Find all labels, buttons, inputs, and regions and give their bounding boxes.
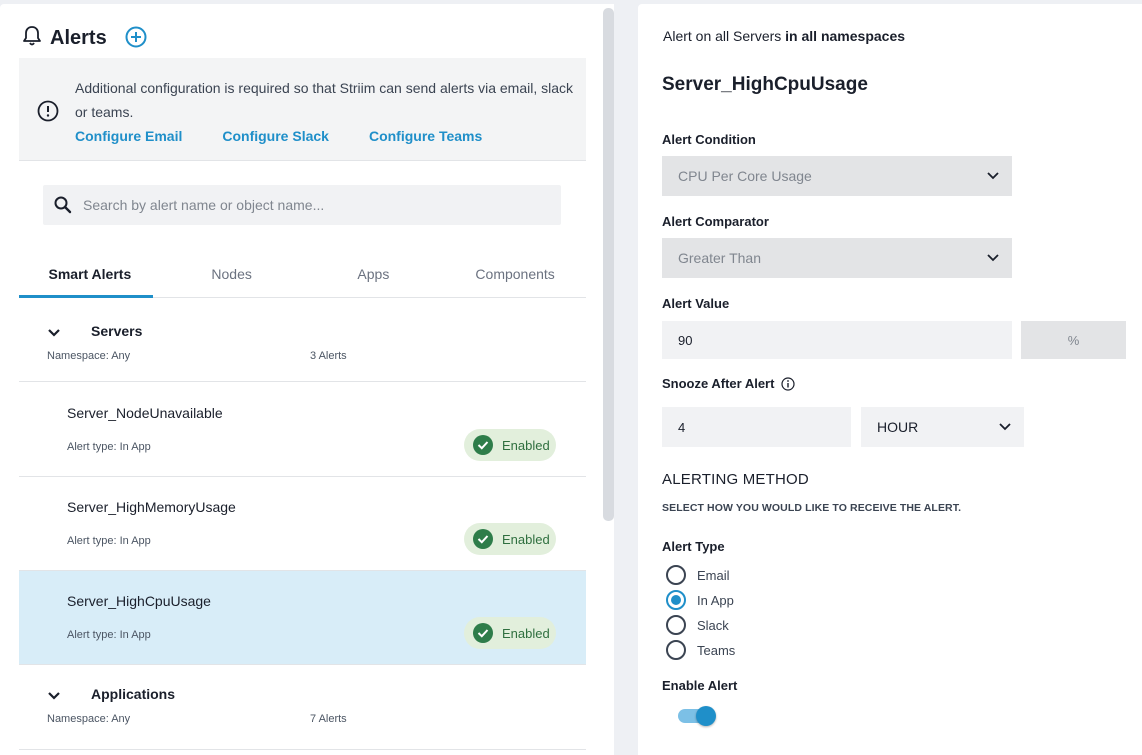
radio-label: Teams [697,642,736,658]
snooze-label-row: Snooze After Alert [662,376,796,391]
configure-slack-link[interactable]: Configure Slack [222,128,329,144]
alert-row-high-memory-usage[interactable]: Server_HighMemoryUsage Alert type: In Ap… [19,477,586,571]
banner-links: Configure Email Configure Slack Configur… [75,128,482,144]
alert-detail-panel: Alert on all Servers in all namespaces S… [638,4,1142,755]
radio-teams[interactable]: Teams [666,640,735,660]
scope-prefix: Alert on all Servers [663,28,782,44]
tab-nodes[interactable]: Nodes [161,258,303,297]
configuration-banner: Additional configuration is required so … [19,58,586,161]
tab-apps[interactable]: Apps [303,258,445,297]
snooze-value-field[interactable]: 4 [662,407,851,447]
alert-name: Server_NodeUnavailable [67,405,223,421]
alert-name: Server_HighCpuUsage [67,593,211,609]
configure-email-link[interactable]: Configure Email [75,128,182,144]
tab-smart-alerts[interactable]: Smart Alerts [19,258,161,298]
radio-label: Slack [697,617,729,633]
alert-row-node-unavailable[interactable]: Server_NodeUnavailable Alert type: In Ap… [19,383,586,477]
snooze-label: Snooze After Alert [662,376,775,391]
status-text: Enabled [502,625,550,641]
snooze-unit-value: HOUR [877,419,919,435]
toggle-knob[interactable] [696,706,716,726]
chevron-down-icon[interactable] [47,325,61,343]
alert-type: Alert type: In App [67,441,151,453]
alert-type: Alert type: In App [67,629,151,641]
alerts-header: Alerts [22,24,147,52]
page-title: Alerts [50,26,107,49]
alert-comparator-label: Alert Comparator [662,214,769,229]
snooze-unit-select[interactable]: HOUR [861,407,1024,447]
radio-label: In App [697,592,734,608]
radio-label: Email [697,567,730,583]
configure-teams-link[interactable]: Configure Teams [369,128,482,144]
alert-condition-label: Alert Condition [662,132,756,147]
add-alert-button[interactable] [124,25,148,54]
check-circle-icon [473,623,493,643]
alerting-method-heading: ALERTING METHOD [662,471,809,488]
scrollbar-thumb[interactable] [603,8,614,521]
group-alert-count: 7 Alerts [310,713,347,725]
alert-comparator-select[interactable]: Greater Than [662,238,1012,278]
alert-detail-name: Server_HighCpuUsage [662,74,868,95]
enable-alert-label: Enable Alert [662,678,738,693]
tab-components[interactable]: Components [444,258,586,297]
detail-scope-title: Alert on all Servers in all namespaces [663,28,905,44]
group-name: Applications [91,686,176,702]
radio-circle[interactable] [666,615,686,635]
alerting-method-subtitle: SELECT HOW YOU WOULD LIKE TO RECEIVE THE… [662,502,962,514]
status-text: Enabled [502,437,550,453]
alert-type-label: Alert Type [662,539,725,554]
alert-type: Alert type: In App [67,535,151,547]
group-namespace: Namespace: Any [47,713,131,725]
alert-row-high-cpu-usage[interactable]: Server_HighCpuUsage Alert type: In App E… [19,571,586,665]
alert-name: Server_HighMemoryUsage [67,499,236,515]
enable-alert-toggle[interactable] [678,704,716,728]
status-badge: Enabled [464,617,556,649]
alert-value-field[interactable]: 90 [662,321,1012,359]
bell-icon [22,25,42,52]
radio-slack[interactable]: Slack [666,615,729,635]
radio-circle[interactable] [666,640,686,660]
status-text: Enabled [502,531,550,547]
search-icon [53,195,73,215]
radio-in-app[interactable]: In App [666,590,734,610]
status-badge: Enabled [464,429,556,461]
alert-condition-select[interactable]: CPU Per Core Usage [662,156,1012,196]
group-servers[interactable]: Servers Namespace: Any 3 Alerts [19,303,586,382]
alert-value-label: Alert Value [662,296,730,311]
chevron-down-icon [987,172,999,180]
alert-comparator-value: Greater Than [678,250,762,266]
group-alert-count: 3 Alerts [310,350,347,362]
search-box [43,185,561,225]
chevron-down-icon [999,423,1011,431]
status-badge: Enabled [464,523,556,555]
radio-circle[interactable] [666,590,686,610]
scope-suffix: in all namespaces [785,28,906,44]
chevron-down-icon[interactable] [47,688,61,706]
search-input[interactable] [83,197,523,213]
alert-condition-value: CPU Per Core Usage [678,168,812,184]
alert-value-unit: % [1021,321,1126,359]
check-circle-icon [473,529,493,549]
alerts-list-panel: Alerts Additional configuration is requi… [0,4,614,755]
check-circle-icon [473,435,493,455]
banner-message: Additional configuration is required so … [75,80,574,120]
radio-circle[interactable] [666,565,686,585]
group-applications[interactable]: Applications Namespace: Any 7 Alerts [19,666,586,750]
info-icon[interactable] [781,376,796,391]
chevron-down-icon [987,254,999,262]
warning-icon [37,100,59,127]
alert-tabs: Smart Alerts Nodes Apps Components [19,258,586,298]
app-root: Alerts Additional configuration is requi… [0,0,1142,755]
group-namespace: Namespace: Any [47,350,131,362]
group-name: Servers [91,323,143,339]
radio-email[interactable]: Email [666,565,730,585]
